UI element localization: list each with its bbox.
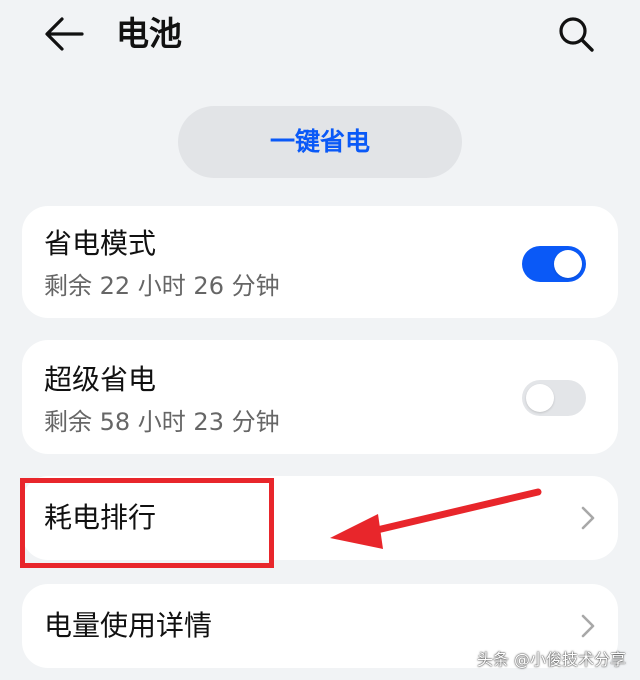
page-title: 电池 — [116, 14, 182, 53]
chevron-right-icon — [581, 614, 595, 638]
header-bar: 电池 — [0, 0, 640, 72]
chevron-right-icon — [581, 506, 595, 530]
super-power-save-row[interactable]: 超级省电 剩余 58 小时 23 分钟 — [22, 340, 618, 454]
power-save-mode-remaining: 剩余 22 小时 26 分钟 — [44, 272, 280, 300]
super-power-save-title: 超级省电 — [44, 363, 157, 396]
super-power-save-remaining: 剩余 58 小时 23 分钟 — [44, 408, 280, 436]
toggle-knob — [554, 250, 582, 278]
super-power-save-toggle[interactable] — [522, 380, 586, 416]
power-consumption-ranking-title: 耗电排行 — [44, 501, 157, 534]
battery-usage-details-title: 电量使用详情 — [44, 609, 213, 642]
power-save-mode-title: 省电模式 — [44, 227, 157, 260]
power-save-mode-toggle[interactable] — [522, 246, 586, 282]
arrow-left-icon[interactable] — [44, 16, 84, 52]
toggle-knob — [526, 384, 554, 412]
search-icon[interactable] — [556, 14, 596, 54]
power-consumption-ranking-row[interactable]: 耗电排行 — [22, 476, 618, 560]
power-save-mode-row[interactable]: 省电模式 剩余 22 小时 26 分钟 — [22, 206, 618, 318]
one-click-save-button[interactable]: 一键省电 — [178, 106, 462, 178]
watermark: 头条 @小俊技术分享 — [476, 650, 626, 669]
